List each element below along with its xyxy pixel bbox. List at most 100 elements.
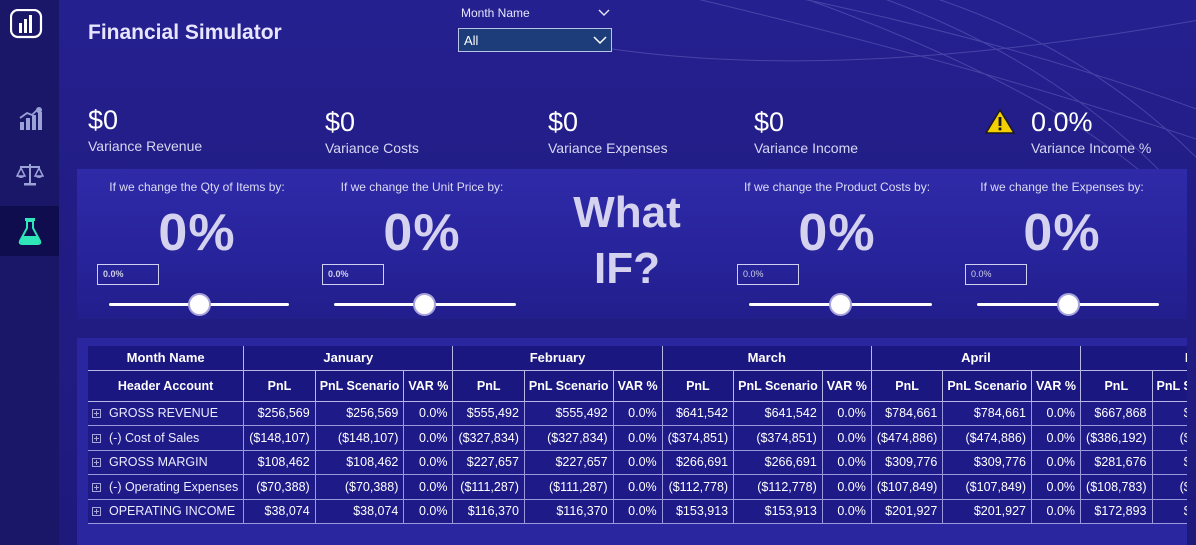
table-cell: 0.0% [403,474,454,500]
table-cell: 0.0% [1031,450,1082,475]
scales-icon [15,164,44,186]
whatif-slider-thumb[interactable] [1057,293,1080,316]
table-cell: ($111,287) [524,474,614,500]
table-cell: $784,661 [871,401,944,426]
kpi-value: $0 [548,107,579,137]
column-header: PnL S [1152,370,1187,402]
chevron-down-icon [593,36,607,45]
table-cell: $266,691 [733,450,823,475]
column-header: VAR % [403,370,454,402]
month-slicer-label: Month Name [461,6,530,20]
kpi-value: $0 [754,107,785,137]
column-header: PnL Scenario [733,370,823,402]
table-row[interactable]: GROSS MARGIN $108,462 $108,462 0.0% $227,657… [88,450,1187,475]
kpi-value: $0 [88,105,119,135]
whatif-input[interactable]: 0.0% [97,264,159,285]
table-cell: $641,542 [662,401,735,426]
kpi-variance-expenses: $0 Variance Expenses [548,106,668,156]
nav-item-compare[interactable] [0,149,59,199]
table-cell: ($112,778) [662,474,735,500]
expand-plus-icon[interactable] [92,458,101,468]
kpi-variance-income: $0 Variance Income [754,106,858,156]
column-header: PnL Scenario [942,370,1032,402]
table-cell: $38,074 [243,499,316,524]
expand-plus-icon[interactable] [92,507,101,517]
table-cell: $201,927 [871,499,944,524]
kpi-label: Variance Costs [325,140,419,156]
table-cell: ($70,388) [315,474,405,500]
table-cell: $227,657 [452,450,525,475]
row-account-label: GROSS REVENUE [109,406,219,421]
month-header: March [662,346,872,371]
whatif-input[interactable]: 0.0% [965,264,1027,285]
whatif-input[interactable]: 0.0% [322,264,384,285]
nav-item-whatif[interactable] [0,206,59,256]
table-cell: $153,913 [662,499,735,524]
expand-plus-icon[interactable] [92,433,101,443]
flask-icon [18,218,41,245]
row-header-month: Month Name [88,346,245,371]
whatif-price: If we change the Unit Price by: 0% 0.0% [317,169,527,319]
expand-plus-icon[interactable] [92,482,101,492]
column-header: VAR % [613,370,663,402]
table-row[interactable]: GROSS REVENUE $256,569 $256,569 0.0% $555,49… [88,401,1187,426]
table-cell: ($374,851) [662,425,735,451]
table-cell: ($474,886) [871,425,944,451]
table-cell: $309,776 [871,450,944,475]
month-slicer-dropdown[interactable]: All [458,28,612,52]
expand-plus-icon[interactable] [92,409,101,419]
whatif-slider-thumb[interactable] [188,293,211,316]
kpi-variance-revenue: $0 Variance Revenue [88,104,202,154]
page-title: Financial Simulator [88,21,282,44]
table-cell: $784,661 [942,401,1032,426]
column-header: PnL [452,370,525,402]
table-cell: ($327,834) [524,425,614,451]
table-cell: $256,569 [315,401,405,426]
row-account[interactable]: (-) Operating Expenses [88,474,245,500]
column-header: PnL [1080,370,1153,402]
whatif-slider-thumb[interactable] [413,293,436,316]
month-header: April [871,346,1082,371]
kpi-value: $0 [325,107,356,137]
row-account[interactable]: (-) Cost of Sales [88,425,245,451]
table-cell: $309,776 [942,450,1032,475]
table-cell: 0.0% [822,474,872,500]
row-account[interactable]: GROSS MARGIN [88,450,245,475]
table-cell: $172,893 [1080,499,1153,524]
table-cell: $227,657 [524,450,614,475]
table-row[interactable]: OPERATING INCOME $38,074 $38,074 0.0% $116,3… [88,499,1187,524]
table-row[interactable]: (-) Cost of Sales ($148,107) ($148,107) 0.0… [88,425,1187,451]
table-cell: 0.0% [613,499,663,524]
whatif-product-costs: If we change the Product Costs by: 0% 0.… [732,169,942,319]
row-account[interactable]: OPERATING INCOME [88,499,245,524]
row-account-label: (-) Operating Expenses [109,479,239,494]
table-cell: $116,370 [452,499,525,524]
table-cell: $ [1152,499,1187,524]
whatif-input[interactable]: 0.0% [737,264,799,285]
nav-item-overview[interactable] [0,94,59,144]
table-cell: 0.0% [403,425,454,451]
report-icon[interactable] [10,9,44,39]
table-cell: 0.0% [1031,401,1082,426]
table-cell: $281,676 [1080,450,1153,475]
table-cell: $38,074 [315,499,405,524]
row-account[interactable]: GROSS REVENUE [88,401,245,426]
table-cell: $153,913 [733,499,823,524]
table-cell: 0.0% [403,499,454,524]
pnl-matrix-panel: Month Name January February March April … [77,338,1187,545]
what-if-title: What IF? [547,185,707,297]
whatif-slider-thumb[interactable] [829,293,852,316]
table-cell: $ [1152,450,1187,475]
what-if-title-line1: What [573,188,681,237]
row-account-label: GROSS MARGIN [109,455,208,470]
chevron-down-icon[interactable] [597,6,611,20]
month-header: February [452,346,663,371]
table-cell: 0.0% [822,450,872,475]
table-row[interactable]: (-) Operating Expenses ($70,388) ($70,388)… [88,474,1187,500]
row-header-account: Header Account [88,370,245,402]
table-cell: $641,542 [733,401,823,426]
table-cell: $256,569 [243,401,316,426]
whatif-caption: If we change the Product Costs by: [743,180,931,194]
pnl-matrix: Month Name January February March April … [88,346,1187,524]
column-header: VAR % [1031,370,1082,402]
